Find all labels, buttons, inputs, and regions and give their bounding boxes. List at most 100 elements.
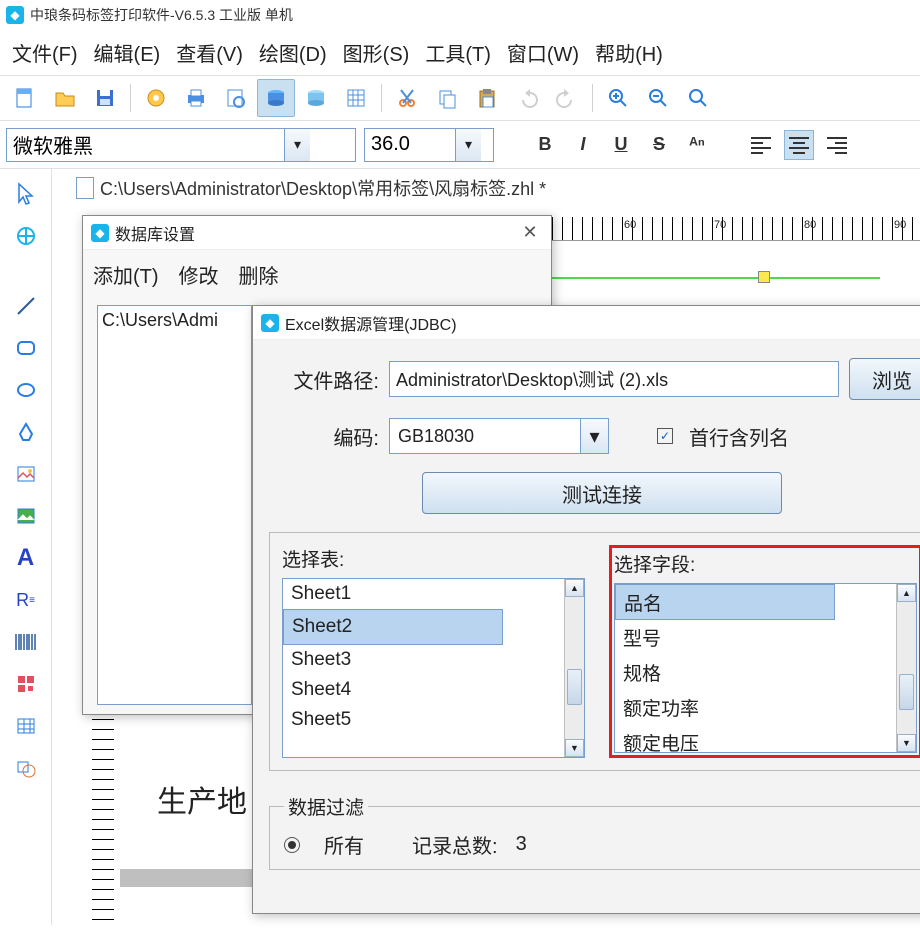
select-table-label: 选择表:: [282, 545, 585, 572]
copy-button[interactable]: [428, 79, 466, 117]
open-button[interactable]: [46, 79, 84, 117]
filter-all-label: 所有: [324, 830, 364, 859]
menu-shape[interactable]: 图形(S): [343, 38, 410, 67]
list-item[interactable]: 额定电压: [615, 725, 916, 760]
font-combo[interactable]: ▾: [6, 128, 356, 162]
scroll-thumb[interactable]: [567, 669, 582, 705]
settings-button[interactable]: [137, 79, 175, 117]
guide-handle[interactable]: [758, 271, 770, 283]
scroll-up-icon[interactable]: ▲: [565, 579, 584, 597]
shape-misc-tool[interactable]: [6, 749, 46, 787]
underline-button[interactable]: U: [606, 130, 636, 160]
line-tool[interactable]: [6, 287, 46, 325]
qrcode-tool[interactable]: [6, 665, 46, 703]
text-tool[interactable]: A: [6, 539, 46, 577]
scroll-down-icon[interactable]: ▼: [897, 734, 916, 752]
browse-button[interactable]: 浏览: [849, 358, 920, 400]
richtext-tool[interactable]: R≡: [6, 581, 46, 619]
save-button[interactable]: [86, 79, 124, 117]
menu-draw[interactable]: 绘图(D): [259, 38, 327, 67]
db-delete-menu[interactable]: 删除: [239, 260, 279, 289]
pan-tool[interactable]: [6, 217, 46, 255]
first-row-checkbox[interactable]: ✓: [657, 428, 673, 444]
print-button[interactable]: [177, 79, 215, 117]
ellipse-tool[interactable]: [6, 371, 46, 409]
grid-button[interactable]: [337, 79, 375, 117]
text-effect-button[interactable]: ᴬⁿ: [682, 130, 712, 160]
dialog-titlebar[interactable]: ◆ 数据库设置 ✕: [83, 216, 551, 250]
document-path: C:\Users\Administrator\Desktop\常用标签\风扇标签…: [100, 175, 546, 201]
workarea: A R≡ C:\Users\Administrator\Desktop\常用标签…: [0, 169, 920, 925]
barcode-tool[interactable]: [6, 623, 46, 661]
menu-help[interactable]: 帮助(H): [595, 38, 663, 67]
db-add-menu[interactable]: 添加(T): [93, 260, 159, 289]
guide-line[interactable]: [532, 277, 880, 279]
list-item[interactable]: C:\Users\Admi: [102, 310, 247, 331]
db-dialog-menu: 添加(T) 修改 删除: [83, 250, 551, 299]
dropdown-arrow-icon[interactable]: ▾: [284, 129, 310, 161]
undo-button[interactable]: [508, 79, 546, 117]
encoding-select[interactable]: GB18030 ▾: [389, 418, 609, 454]
align-center-button[interactable]: [784, 130, 814, 160]
strike-button[interactable]: S: [644, 130, 674, 160]
dropdown-arrow-icon[interactable]: ▾: [455, 129, 481, 161]
list-item[interactable]: Sheet5: [283, 705, 584, 735]
database-button[interactable]: [257, 79, 295, 117]
menu-file[interactable]: 文件(F): [12, 38, 78, 67]
document-icon: [76, 177, 94, 199]
dropdown-arrow-icon[interactable]: ▾: [580, 419, 608, 453]
list-item[interactable]: Sheet2: [283, 609, 503, 645]
fontsize-combo[interactable]: ▾: [364, 128, 494, 162]
zoom-out-button[interactable]: [639, 79, 677, 117]
list-item[interactable]: 品名: [615, 584, 835, 620]
menu-tool[interactable]: 工具(T): [425, 38, 491, 67]
zoom-in-button[interactable]: [599, 79, 637, 117]
align-left-button[interactable]: [746, 130, 776, 160]
preview-button[interactable]: [217, 79, 255, 117]
field-listbox[interactable]: 品名 型号 规格 额定功率 额定电压 ▲ ▼: [614, 583, 917, 753]
zoom-fit-button[interactable]: [679, 79, 717, 117]
align-right-button[interactable]: [822, 130, 852, 160]
list-item[interactable]: Sheet3: [283, 645, 584, 675]
scroll-thumb[interactable]: [899, 674, 914, 710]
filter-all-radio[interactable]: [284, 837, 300, 853]
record-count-value: 3: [516, 833, 527, 856]
database-alt-button[interactable]: [297, 79, 335, 117]
fontsize-input[interactable]: [365, 129, 455, 161]
image-fill-tool[interactable]: [6, 497, 46, 535]
list-item[interactable]: Sheet4: [283, 675, 584, 705]
file-path-input[interactable]: Administrator\Desktop\测试 (2).xls: [389, 361, 839, 397]
roundrect-tool[interactable]: [6, 329, 46, 367]
scroll-up-icon[interactable]: ▲: [897, 584, 916, 602]
font-input[interactable]: [7, 129, 284, 161]
scrollbar[interactable]: ▲ ▼: [896, 584, 916, 752]
cut-button[interactable]: [388, 79, 426, 117]
list-item[interactable]: 规格: [615, 655, 916, 690]
scroll-down-icon[interactable]: ▼: [565, 739, 584, 757]
list-item[interactable]: 额定功率: [615, 690, 916, 725]
list-item[interactable]: Sheet1: [283, 579, 584, 609]
scrollbar[interactable]: ▲ ▼: [564, 579, 584, 757]
dialog-icon: ◆: [261, 314, 279, 332]
table-tool[interactable]: [6, 707, 46, 745]
pointer-tool[interactable]: [6, 175, 46, 213]
menu-view[interactable]: 查看(V): [176, 38, 243, 67]
redo-button[interactable]: [548, 79, 586, 117]
menu-edit[interactable]: 编辑(E): [94, 38, 161, 67]
paste-button[interactable]: [468, 79, 506, 117]
bold-button[interactable]: B: [530, 130, 560, 160]
table-listbox[interactable]: Sheet1 Sheet2 Sheet3 Sheet4 Sheet5 ▲ ▼: [282, 578, 585, 758]
close-button[interactable]: ✕: [517, 222, 543, 243]
db-modify-menu[interactable]: 修改: [179, 260, 219, 289]
separator: [381, 84, 382, 112]
test-connection-button[interactable]: 测试连接: [422, 472, 782, 514]
dialog-titlebar[interactable]: ◆ Excel数据源管理(JDBC) ✕: [253, 306, 920, 340]
menu-window[interactable]: 窗口(W): [507, 38, 579, 67]
italic-button[interactable]: I: [568, 130, 598, 160]
new-doc-button[interactable]: [6, 79, 44, 117]
ruler-tick: 80: [804, 219, 816, 231]
db-connection-list[interactable]: C:\Users\Admi: [97, 305, 252, 705]
image-tool[interactable]: [6, 455, 46, 493]
polygon-tool[interactable]: [6, 413, 46, 451]
list-item[interactable]: 型号: [615, 620, 916, 655]
